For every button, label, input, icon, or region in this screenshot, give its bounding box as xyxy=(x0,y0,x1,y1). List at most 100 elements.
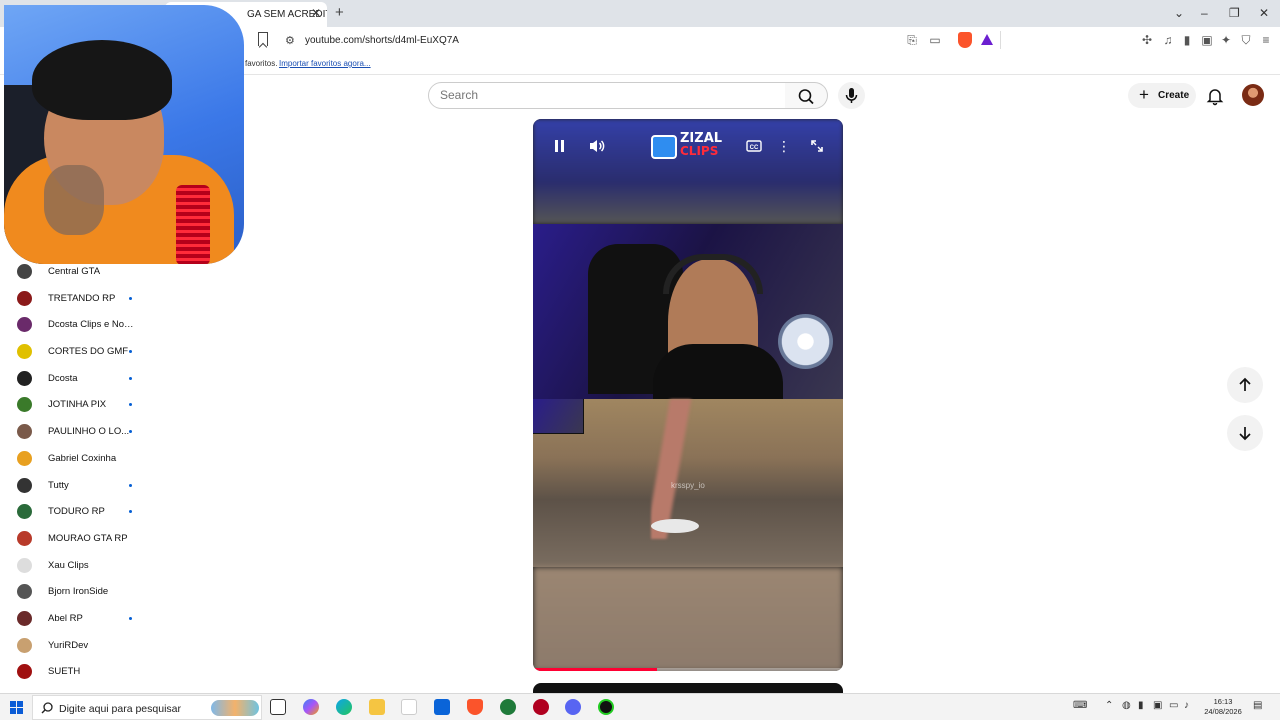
subscription-item[interactable]: Central GTA xyxy=(0,258,150,285)
search-highlight-art xyxy=(211,700,259,716)
edge-icon[interactable] xyxy=(336,699,352,715)
volume-button[interactable] xyxy=(584,133,610,159)
tab-close-icon[interactable]: ✕ xyxy=(311,6,321,20)
brave-shield-icon[interactable] xyxy=(958,32,972,48)
obs-icon[interactable] xyxy=(598,699,614,715)
video-street-clip: krsspy_io xyxy=(533,399,843,567)
windows-taskbar: Digite aqui para pesquisar ⌨ ⌃ ◍ ▮ ▣ ▭ ♪… xyxy=(0,693,1280,720)
utorrent-icon[interactable] xyxy=(500,699,516,715)
search-input[interactable] xyxy=(440,83,770,107)
discord-icon[interactable] xyxy=(565,699,581,715)
subscription-item[interactable]: Bjorn IronSide xyxy=(0,578,150,605)
restore-icon[interactable]: ❐ xyxy=(1229,6,1240,20)
brave-icon[interactable] xyxy=(467,699,483,715)
tray-mic-icon[interactable]: ▮ xyxy=(1138,700,1144,711)
extensions-icon[interactable]: ✣ xyxy=(1140,33,1154,47)
tray-chevron-icon[interactable]: ⌃ xyxy=(1105,700,1113,711)
taskbar-clock[interactable]: 16:13 24/08/2026 xyxy=(1196,697,1250,717)
taskbar-search[interactable]: Digite aqui para pesquisar xyxy=(32,695,262,720)
channel-name: TRETANDO RP xyxy=(48,292,116,304)
tray-device-icon[interactable]: ▣ xyxy=(1153,700,1162,711)
subscription-item[interactable]: Dcosta Clips e Notí... xyxy=(0,311,150,338)
copilot-icon[interactable] xyxy=(303,699,319,715)
wallet-icon[interactable]: ▣ xyxy=(1200,33,1214,47)
shorts-player[interactable]: krsspy_io ZIZAL CLIPS CC ⋮ xyxy=(533,119,843,671)
cast-icon[interactable]: ▭ xyxy=(928,33,942,47)
channel-name: Xau Clips xyxy=(48,559,89,571)
video-shoe xyxy=(651,519,699,533)
speaker-icon[interactable]: ♪ xyxy=(1184,700,1189,711)
clock-time: 16:13 xyxy=(1213,697,1233,706)
webcam-microphone xyxy=(176,185,210,264)
tray-app-icon[interactable]: ◍ xyxy=(1122,700,1131,711)
subscription-item[interactable]: TODURO RP xyxy=(0,498,150,525)
channel-avatar xyxy=(17,477,32,493)
notification-center-icon[interactable]: ▤ xyxy=(1253,700,1262,711)
channel-name: JOTINHA PIX xyxy=(48,399,107,411)
webcam-tattoo xyxy=(44,165,104,235)
translate-icon[interactable]: ⎘ xyxy=(905,33,919,47)
channel-avatar xyxy=(17,344,32,360)
create-button[interactable]: + Create xyxy=(1128,83,1196,108)
task-view-icon[interactable] xyxy=(270,699,286,715)
video-progress-bar[interactable] xyxy=(533,668,843,671)
subscription-item[interactable]: MOURAO GTA RP xyxy=(0,525,150,552)
previous-short-button[interactable] xyxy=(1227,367,1263,403)
channel-name: PAULINHO O LO... xyxy=(48,426,130,438)
video-progress-fill xyxy=(533,668,657,671)
fullscreen-button[interactable] xyxy=(804,133,830,159)
notifications-button[interactable] xyxy=(1203,84,1227,108)
taskbar-search-placeholder: Digite aqui para pesquisar xyxy=(59,703,181,715)
store-icon[interactable] xyxy=(401,699,417,715)
minimize-icon[interactable]: – xyxy=(1201,6,1208,20)
import-bookmarks-link[interactable]: Importar favoritos agora... xyxy=(279,59,371,68)
channel-name: Gabriel Coxinha xyxy=(48,452,117,464)
bookmark-icon[interactable] xyxy=(258,32,268,46)
site-settings-icon[interactable]: ⚙ xyxy=(285,34,295,47)
app-red-icon[interactable] xyxy=(533,699,549,715)
pause-button[interactable] xyxy=(546,133,572,159)
subscription-item[interactable]: SUETH xyxy=(0,658,150,685)
subscription-item[interactable]: YuriRDev xyxy=(0,632,150,659)
account-avatar[interactable] xyxy=(1242,84,1264,106)
bell-icon xyxy=(1206,89,1224,106)
tab-list-chevron-icon[interactable]: ⌄ xyxy=(1174,6,1184,20)
zizal-mascot-icon xyxy=(651,135,677,159)
captions-button[interactable]: CC xyxy=(741,133,767,159)
more-options-icon[interactable]: ⋮ xyxy=(771,133,797,159)
keyboard-icon[interactable]: ⌨ xyxy=(1073,700,1087,711)
video-blur-bottom xyxy=(533,567,843,671)
channel-avatar xyxy=(17,264,32,279)
menu-icon[interactable]: ≡ xyxy=(1259,33,1273,47)
sidebar-icon[interactable]: ▮ xyxy=(1180,33,1194,47)
windows-start-icon[interactable] xyxy=(10,701,23,714)
subscription-item[interactable]: Tutty xyxy=(0,472,150,499)
new-tab-icon[interactable]: + xyxy=(335,4,344,21)
brave-rewards-icon[interactable] xyxy=(981,34,993,45)
search-button[interactable] xyxy=(785,82,828,109)
subscription-item[interactable]: Abel RP xyxy=(0,605,150,632)
bookmarks-bar-text: favoritos. xyxy=(245,59,278,68)
address-bar-url[interactable]: youtube.com/shorts/d4ml-EuXQ7A xyxy=(305,35,459,46)
subscription-item[interactable]: CORTES DO GMF xyxy=(0,338,150,365)
network-icon[interactable]: ▭ xyxy=(1169,700,1178,711)
subscription-item[interactable]: PAULINHO O LO... xyxy=(0,418,150,445)
voice-search-button[interactable] xyxy=(838,82,865,109)
next-short-button[interactable] xyxy=(1227,415,1263,451)
vpn-icon[interactable]: ⛉ xyxy=(1239,33,1253,47)
video-shirt xyxy=(653,344,783,404)
subscription-item[interactable]: Xau Clips xyxy=(0,552,150,579)
leo-ai-icon[interactable]: ✦ xyxy=(1219,33,1233,47)
file-explorer-icon[interactable] xyxy=(369,699,385,715)
outlook-icon[interactable] xyxy=(434,699,450,715)
subscription-item[interactable]: Gabriel Coxinha xyxy=(0,445,150,472)
channel-avatar xyxy=(17,397,32,413)
channel-avatar xyxy=(17,370,32,386)
media-icon[interactable]: ♫ xyxy=(1161,33,1175,47)
subscription-item[interactable]: Dcosta xyxy=(0,365,150,392)
subscription-item[interactable]: JOTINHA PIX xyxy=(0,391,150,418)
channel-name: Bjorn IronSide xyxy=(48,586,109,598)
subscription-item[interactable]: TRETANDO RP xyxy=(0,285,150,312)
close-window-icon[interactable]: ✕ xyxy=(1259,6,1269,20)
next-short-preview[interactable] xyxy=(533,683,843,693)
